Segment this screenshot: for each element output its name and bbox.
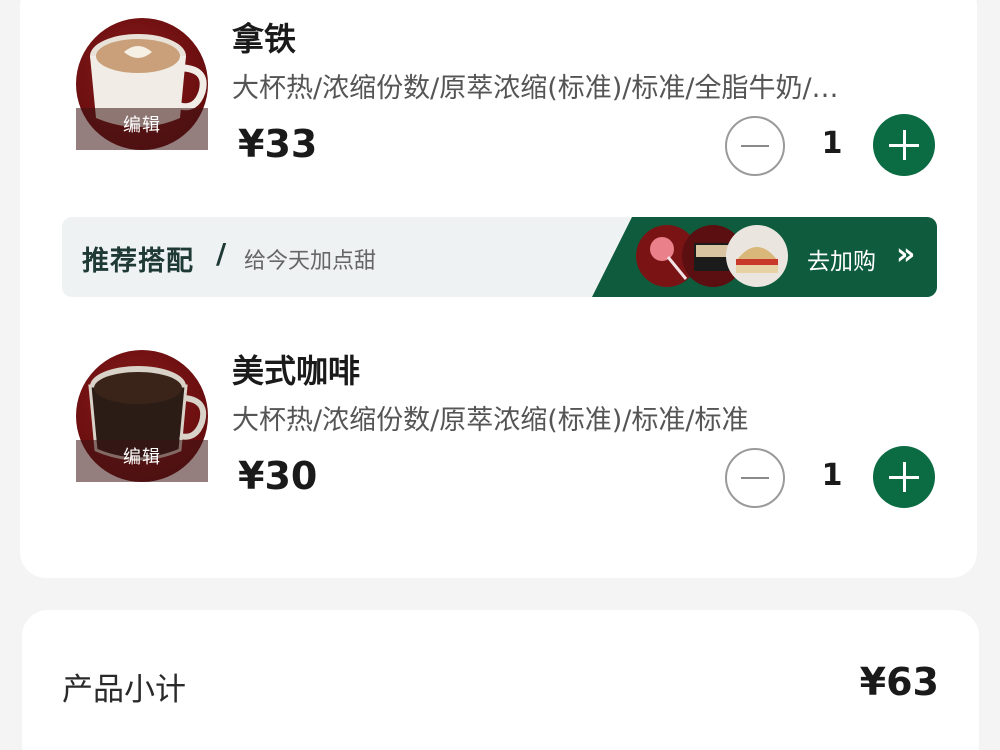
double-chevron-right-icon[interactable]: »	[896, 237, 915, 272]
order-summary-card: 产品小计 ¥63	[22, 610, 979, 750]
quantity-value: 1	[821, 458, 843, 493]
edit-label[interactable]: 编辑	[76, 108, 208, 150]
edit-label[interactable]: 编辑	[76, 440, 208, 482]
cart-item-americano: 编辑 美式咖啡 大杯热/浓缩份数/原萃浓缩(标准)/标准/标准 ¥30 1	[20, 342, 977, 522]
product-price: ¥30	[238, 454, 318, 498]
subtotal-value: ¥63	[859, 660, 939, 704]
recommendation-subtitle: 给今天加点甜	[244, 249, 377, 274]
decrease-quantity-button[interactable]	[725, 448, 785, 508]
quantity-value: 1	[821, 126, 843, 161]
product-name: 拿铁	[232, 20, 297, 58]
product-image-latte[interactable]: 编辑	[76, 18, 208, 150]
product-spec: 大杯热/浓缩份数/原萃浓缩(标准)/标准/全脂牛奶/…	[232, 73, 839, 104]
recommendation-banner[interactable]: 推荐搭配 / 给今天加点甜 去加购 »	[62, 217, 937, 297]
increase-quantity-button[interactable]	[873, 446, 935, 508]
cart-items-card: 编辑 拿铁 大杯热/浓缩份数/原萃浓缩(标准)/标准/全脂牛奶/… ¥33 1 …	[20, 0, 977, 578]
increase-quantity-button[interactable]	[873, 114, 935, 176]
product-name: 美式咖啡	[232, 352, 361, 390]
product-price: ¥33	[238, 122, 318, 166]
add-to-cart-link[interactable]: 去加购	[807, 242, 876, 276]
product-image-americano[interactable]: 编辑	[76, 350, 208, 482]
recommendation-separator: /	[216, 237, 227, 270]
recommendation-title: 推荐搭配	[82, 246, 194, 277]
subtotal-label: 产品小计	[62, 672, 186, 708]
cart-item-latte: 编辑 拿铁 大杯热/浓缩份数/原萃浓缩(标准)/标准/全脂牛奶/… ¥33 1	[20, 10, 977, 190]
product-spec: 大杯热/浓缩份数/原萃浓缩(标准)/标准/标准	[232, 405, 749, 436]
sandwich-icon	[726, 225, 788, 287]
decrease-quantity-button[interactable]	[725, 116, 785, 176]
